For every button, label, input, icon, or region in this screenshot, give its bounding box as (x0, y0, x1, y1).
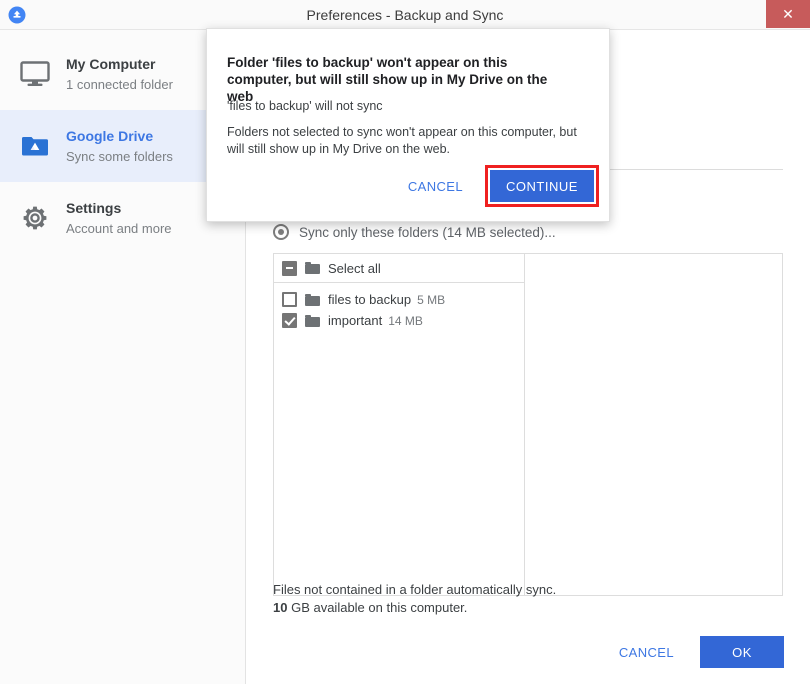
confirmation-dialog: Folder 'files to backup' won't appear on… (206, 28, 610, 222)
window-title: Preferences - Backup and Sync (306, 7, 504, 23)
footer-actions: CANCEL OK (605, 636, 784, 668)
footer-note-line1: Files not contained in a folder automati… (273, 582, 557, 597)
folder-icon (305, 262, 320, 274)
dialog-subtitle: 'files to backup' will not sync (227, 99, 383, 113)
title-bar: Preferences - Backup and Sync ✕ (0, 0, 810, 30)
select-all-checkbox[interactable] (282, 260, 297, 276)
footer-note: Files not contained in a folder automati… (273, 581, 556, 617)
folder-tree-pane: Select all files to backup 5 MB importan… (274, 254, 525, 595)
folder-size: 14 MB (388, 313, 423, 328)
select-all-row[interactable]: Select all (274, 254, 524, 283)
folder-detail-pane (525, 254, 782, 595)
sidebar-item-title: Google Drive (66, 127, 154, 144)
footer-note-line2: 10 GB available on this computer. (273, 599, 556, 617)
dialog-title: Folder 'files to backup' won't appear on… (227, 55, 548, 104)
select-all-label: Select all (328, 260, 381, 276)
available-space-value: 10 (273, 600, 288, 615)
dialog-continue-button[interactable]: CONTINUE (490, 170, 594, 202)
folder-icon (305, 293, 320, 306)
folder-name: important (328, 313, 383, 328)
sync-option-label: Sync only these folders (14 MB selected)… (299, 224, 556, 240)
gear-icon (18, 201, 52, 235)
dialog-actions: CANCEL CONTINUE (394, 165, 599, 207)
folder-tree-box: Select all files to backup 5 MB importan… (273, 253, 783, 596)
sidebar-item-subtitle: Sync some folders (66, 148, 173, 164)
tree-row[interactable]: files to backup 5 MB (274, 289, 524, 310)
continue-highlight-box: CONTINUE (485, 165, 599, 207)
available-space-text: GB available on this computer. (287, 600, 468, 615)
ok-button[interactable]: OK (700, 636, 784, 668)
sidebar-item-subtitle: Account and more (66, 220, 172, 236)
folder-name: files to backup (328, 292, 412, 307)
folder-icon (305, 314, 320, 327)
folder-checkbox[interactable] (282, 313, 297, 328)
monitor-icon (18, 57, 52, 91)
sidebar-item-title: My Computer (66, 55, 156, 72)
sidebar-item-title: Settings (66, 199, 122, 216)
sidebar-item-subtitle: 1 connected folder (66, 76, 173, 92)
tree-row[interactable]: important 14 MB (274, 310, 524, 331)
drive-folder-icon (18, 129, 52, 163)
cancel-button[interactable]: CANCEL (605, 637, 688, 668)
close-button[interactable]: ✕ (766, 0, 810, 28)
folder-size: 5 MB (417, 292, 446, 307)
dialog-cancel-button[interactable]: CANCEL (394, 171, 477, 202)
sync-only-these-folders-radio[interactable]: Sync only these folders (14 MB selected)… (273, 224, 556, 240)
folder-checkbox[interactable] (282, 292, 297, 307)
dialog-body: Folders not selected to sync won't appea… (227, 125, 577, 156)
radio-indicator-icon (273, 224, 289, 240)
